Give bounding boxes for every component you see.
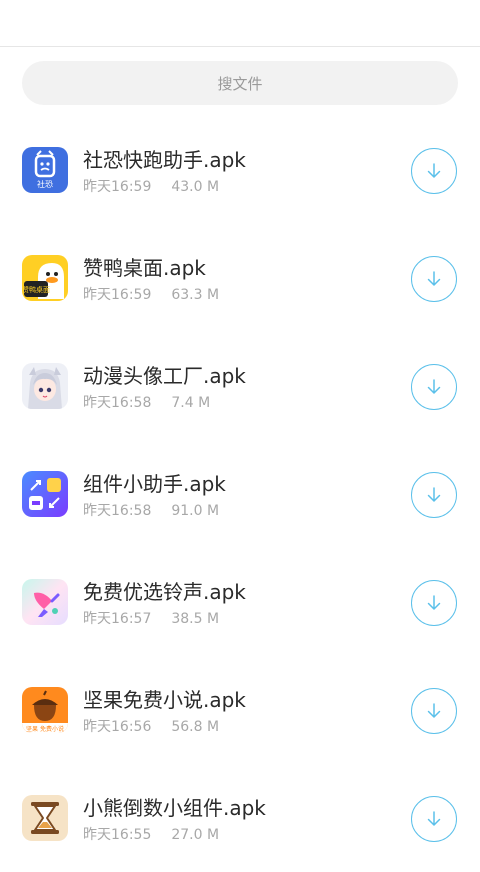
file-name: 社恐快跑助手.apk <box>83 148 246 172</box>
file-size: 7.4 M <box>171 395 211 411</box>
anime-avatar-app-icon <box>22 363 68 409</box>
list-item[interactable]: 组件小助手.apk 昨天16:58 91.0 M <box>0 440 480 548</box>
file-name: 动漫头像工厂.apk <box>83 364 246 388</box>
file-name: 坚果免费小说.apk <box>83 688 246 712</box>
file-meta: 昨天16:59 63.3 M <box>83 284 219 304</box>
download-arrow-icon <box>427 271 441 286</box>
file-time: 昨天16:59 <box>83 287 152 303</box>
svg-text:坚果 免费小说: 坚果 免费小说 <box>26 725 64 733</box>
file-time: 昨天16:56 <box>83 719 152 735</box>
top-bar <box>0 0 480 47</box>
file-meta: 昨天16:55 27.0 M <box>83 824 219 844</box>
file-meta: 昨天16:57 38.5 M <box>83 608 219 628</box>
file-size: 91.0 M <box>171 503 220 519</box>
file-meta: 昨天16:59 43.0 M <box>83 176 219 196</box>
file-size: 43.0 M <box>171 179 220 195</box>
download-button[interactable] <box>411 256 457 302</box>
list-item[interactable]: 坚果 免费小说 坚果免费小说.apk 昨天16:56 56.8 M <box>0 656 480 764</box>
download-button[interactable] <box>411 796 457 842</box>
file-time: 昨天16:59 <box>83 179 152 195</box>
file-name: 组件小助手.apk <box>83 472 226 496</box>
list-item[interactable]: 动漫头像工厂.apk 昨天16:58 7.4 M <box>0 332 480 440</box>
file-list: 社恐 社恐快跑助手.apk 昨天16:59 43.0 M 赞鸭桌面 赞鸭桌面.a… <box>0 116 480 872</box>
zanya-duck-app-icon: 赞鸭桌面 <box>22 255 68 301</box>
nut-novel-app-icon: 坚果 免费小说 <box>22 687 68 733</box>
download-button[interactable] <box>411 148 457 194</box>
file-size: 56.8 M <box>171 719 220 735</box>
download-arrow-icon <box>427 703 441 718</box>
svg-text:赞鸭桌面: 赞鸭桌面 <box>22 285 50 294</box>
shekong-app-icon: 社恐 <box>22 147 68 193</box>
file-name: 小熊倒数小组件.apk <box>83 796 266 820</box>
download-arrow-icon <box>427 379 441 394</box>
search-input[interactable]: 搜文件 <box>22 61 458 105</box>
file-name: 赞鸭桌面.apk <box>83 256 206 280</box>
list-item[interactable]: 赞鸭桌面 赞鸭桌面.apk 昨天16:59 63.3 M <box>0 224 480 332</box>
search-placeholder: 搜文件 <box>217 74 263 93</box>
ringtone-app-icon <box>22 579 68 625</box>
list-item[interactable]: 小熊倒数小组件.apk 昨天16:55 27.0 M <box>0 764 480 872</box>
file-name: 免费优选铃声.apk <box>83 580 246 604</box>
file-time: 昨天16:58 <box>83 395 152 411</box>
list-item[interactable]: 社恐 社恐快跑助手.apk 昨天16:59 43.0 M <box>0 116 480 224</box>
file-meta: 昨天16:58 7.4 M <box>83 392 210 412</box>
download-button[interactable] <box>411 472 457 518</box>
file-time: 昨天16:58 <box>83 503 152 519</box>
download-arrow-icon <box>427 163 441 178</box>
file-time: 昨天16:55 <box>83 827 152 843</box>
file-meta: 昨天16:56 56.8 M <box>83 716 219 736</box>
file-size: 38.5 M <box>171 611 220 627</box>
download-button[interactable] <box>411 580 457 626</box>
widget-helper-app-icon <box>22 471 68 517</box>
file-size: 63.3 M <box>171 287 220 303</box>
hourglass-app-icon <box>22 795 68 841</box>
file-size: 27.0 M <box>171 827 220 843</box>
file-meta: 昨天16:58 91.0 M <box>83 500 219 520</box>
download-button[interactable] <box>411 688 457 734</box>
download-arrow-icon <box>427 487 441 502</box>
list-item[interactable]: 免费优选铃声.apk 昨天16:57 38.5 M <box>0 548 480 656</box>
file-time: 昨天16:57 <box>83 611 152 627</box>
download-arrow-icon <box>427 595 441 610</box>
download-button[interactable] <box>411 364 457 410</box>
svg-text:社恐: 社恐 <box>37 179 53 189</box>
download-arrow-icon <box>427 811 441 826</box>
